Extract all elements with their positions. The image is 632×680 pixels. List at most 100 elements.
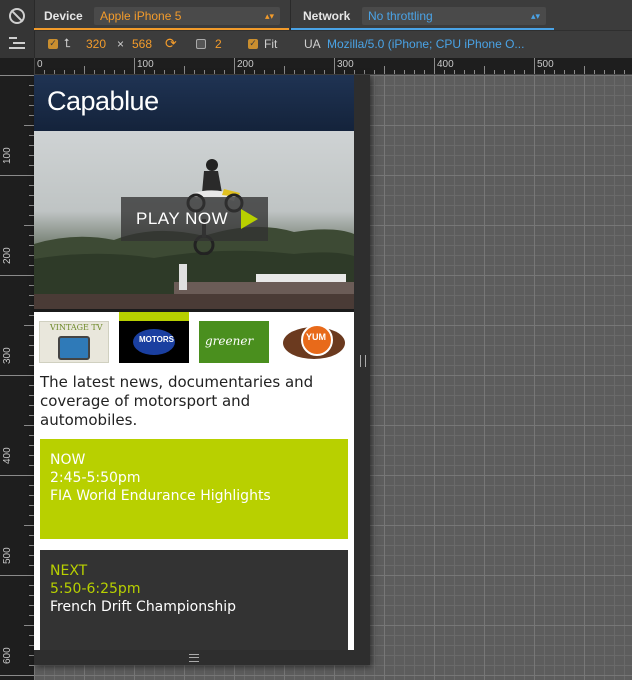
ruler-tick	[124, 70, 125, 74]
ruler-tick	[264, 70, 265, 74]
ruler-tick	[144, 70, 145, 74]
resolution-checkbox[interactable]: ✓	[48, 39, 58, 49]
ruler-tick	[574, 70, 575, 74]
ruler-tick	[154, 70, 155, 74]
ruler-label: 500	[537, 59, 554, 70]
now-label: NOW	[50, 452, 86, 468]
ruler-tick	[384, 66, 385, 74]
resize-icon: ⮤	[64, 36, 72, 50]
channel-vintage-tv[interactable]: VINTAGE TV	[39, 321, 109, 363]
width-field[interactable]: 320	[86, 37, 106, 51]
ruler-tick	[224, 70, 225, 74]
ua-field[interactable]: Mozilla/5.0 (iPhone; CPU iPhone O...	[327, 37, 524, 51]
channel-list: VINTAGE TV MOTORS greener YUM	[34, 312, 354, 370]
ruler-tick	[334, 58, 335, 74]
ua-label: UA	[304, 37, 321, 51]
active-channel-indicator	[119, 312, 189, 321]
hero-video[interactable]: PLAY NOW	[34, 131, 354, 309]
ruler-tick	[284, 66, 285, 74]
device-label: Device	[44, 9, 83, 23]
ruler-left: 100 200 300 400 500 600	[0, 58, 35, 680]
fit-checkbox[interactable]: ✓	[248, 39, 258, 49]
ruler-tick	[444, 70, 445, 74]
ruler-tick	[54, 70, 55, 74]
ruler-tick	[24, 525, 34, 526]
select-arrows-icon: ▴▾	[530, 11, 540, 21]
device-select[interactable]: Apple iPhone 5 ▴▾	[94, 7, 280, 25]
ruler-tick	[294, 70, 295, 74]
channel-greener-tv[interactable]: greener	[199, 321, 269, 363]
height-field[interactable]: 568	[132, 37, 152, 51]
ruler-tick	[404, 70, 405, 74]
ruler-label: 0	[37, 59, 43, 70]
ruler-tick	[0, 275, 34, 276]
ruler-tick	[0, 475, 34, 476]
ruler-tick	[0, 675, 34, 676]
ruler-tick	[614, 70, 615, 74]
channel-logo-text: VINTAGE TV	[50, 323, 103, 332]
toolbar-icon-column	[0, 0, 35, 58]
tv-icon	[58, 336, 90, 360]
ruler-tick	[374, 70, 375, 74]
ruler-label: 100	[2, 147, 13, 164]
ruler-tick	[184, 66, 185, 74]
network-select-value: No throttling	[368, 9, 433, 23]
ruler-tick	[0, 575, 34, 576]
ruler-tick	[24, 425, 34, 426]
network-label: Network	[303, 9, 351, 23]
ruler-label: 400	[2, 447, 13, 464]
ruler-tick	[44, 70, 45, 74]
site-logo[interactable]: Capablue	[47, 86, 159, 117]
ruler-tick	[274, 70, 275, 74]
play-now-button[interactable]: PLAY NOW	[121, 197, 268, 241]
ruler-tick	[424, 70, 425, 74]
ruler-tick	[624, 70, 625, 74]
resize-handle-bottom[interactable]	[34, 650, 370, 665]
ruler-tick	[0, 75, 34, 76]
now-playing-card[interactable]: NOW 2:45-5:50pm FIA World Endurance High…	[40, 439, 348, 539]
channel-logo-text: YUM	[306, 332, 326, 342]
channel-motors-tv[interactable]: MOTORS	[119, 321, 189, 363]
ruler-label: 100	[137, 59, 154, 70]
ruler-tick	[514, 70, 515, 74]
channel-logo-text: greener	[205, 334, 254, 348]
ruler-tick	[474, 70, 475, 74]
ruler-tick	[324, 70, 325, 74]
swap-dimensions-icon[interactable]: ⟳	[165, 35, 177, 52]
ruler-tick	[24, 225, 34, 226]
ruler-tick	[134, 58, 135, 74]
disable-emulation-icon[interactable]	[9, 8, 25, 24]
ruler-tick	[114, 70, 115, 74]
ruler-tick	[484, 66, 485, 74]
ruler-label: 200	[2, 247, 13, 264]
ruler-tick	[64, 70, 65, 74]
next-label: NEXT	[50, 563, 88, 579]
next-time: 5:50-6:25pm	[50, 581, 141, 597]
ruler-tick	[494, 70, 495, 74]
ruler-tick	[164, 70, 165, 74]
ruler-tick	[24, 325, 34, 326]
ruler-tick	[364, 70, 365, 74]
media-queries-icon[interactable]	[9, 37, 25, 49]
play-icon	[241, 209, 258, 229]
devtools-toolbar: Device Apple iPhone 5 ▴▾ Network No thro…	[0, 0, 632, 59]
resize-handle-right[interactable]	[354, 75, 370, 650]
channel-yum-tv[interactable]: YUM	[279, 321, 349, 363]
ruler-tick	[344, 70, 345, 74]
ruler-top: 0 100 200 300 400 500	[34, 58, 632, 75]
ruler-tick	[564, 70, 565, 74]
ruler-tick	[504, 70, 505, 74]
ruler-tick	[0, 175, 34, 176]
ruler-tick	[414, 70, 415, 74]
ruler-tick	[24, 125, 34, 126]
ruler-tick	[434, 58, 435, 74]
ruler-label: 400	[437, 59, 454, 70]
ruler-tick	[524, 70, 525, 74]
ruler-label: 300	[2, 347, 13, 364]
network-select[interactable]: No throttling ▴▾	[362, 7, 546, 25]
ruler-tick	[464, 70, 465, 74]
ruler-tick	[234, 58, 235, 74]
device-scale-field[interactable]: 2	[215, 37, 222, 51]
next-up-card[interactable]: NEXT 5:50-6:25pm French Drift Championsh…	[40, 550, 348, 650]
times-sign: ×	[117, 37, 125, 51]
